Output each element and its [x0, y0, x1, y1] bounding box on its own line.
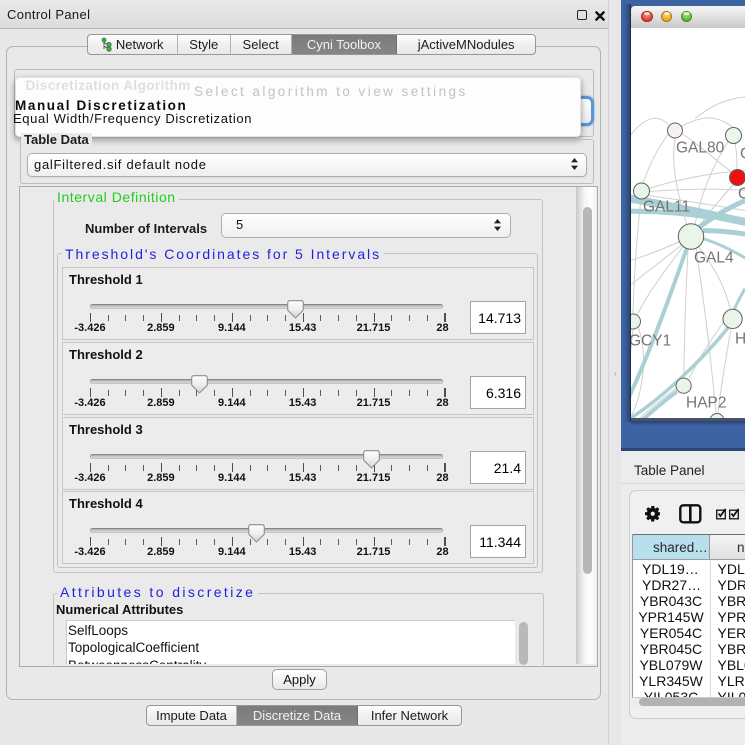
svg-text:GCY1: GCY1	[631, 332, 671, 349]
svg-text:GAL11: GAL11	[643, 198, 690, 215]
svg-text:C: C	[738, 185, 745, 202]
svg-text:GAL4: GAL4	[694, 249, 734, 266]
svg-text:H: H	[735, 330, 745, 347]
svg-text:HAP2: HAP2	[686, 394, 727, 411]
svg-text:GAL80: GAL80	[676, 139, 725, 156]
svg-text:GA: GA	[740, 145, 745, 162]
